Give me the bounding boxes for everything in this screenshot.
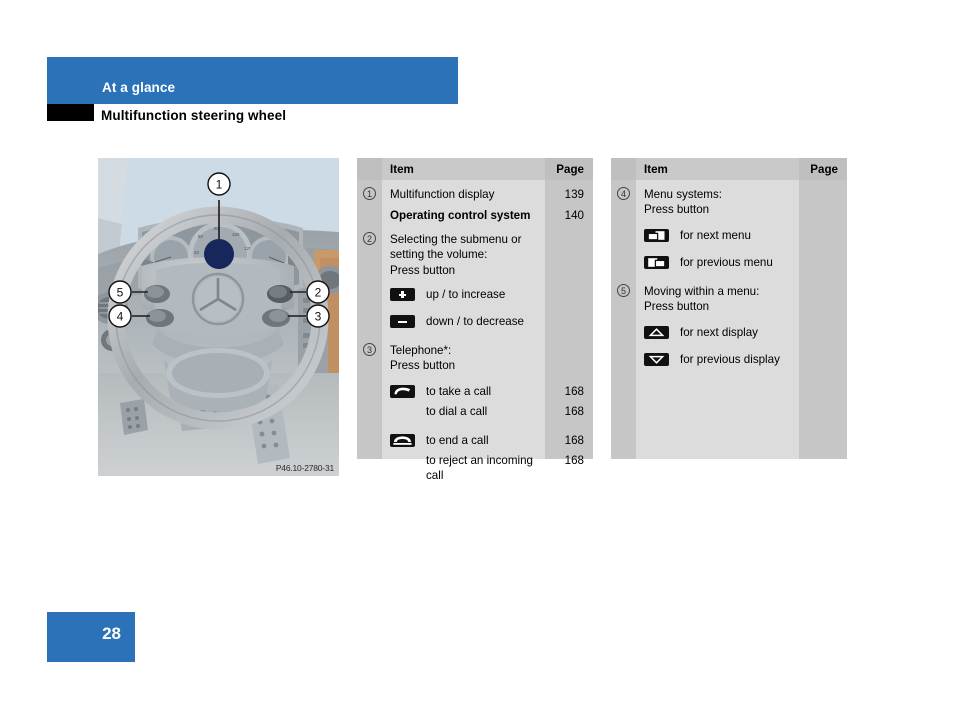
table-row: for previous menu (611, 255, 847, 275)
table-row: 5 Moving within a menu: Press button (611, 275, 847, 315)
row-item-text: up / to increase (426, 288, 506, 302)
table-row: 2 Selecting the submenu or setting the v… (357, 224, 593, 278)
row-marker: 2 (362, 231, 377, 247)
row-marker: 1 (362, 187, 377, 202)
table-row: 3 Telephone*: Press button (357, 334, 593, 374)
row-item-text: to reject an incoming call (426, 453, 533, 483)
table-row: to dial a call 168 (357, 404, 593, 424)
table-right-body: 4 Menu systems: Press button for next me… (611, 180, 847, 459)
arrow-down-icon (644, 352, 669, 366)
svg-text:2: 2 (315, 286, 322, 300)
column-header-item: Item (390, 163, 414, 176)
svg-text:100: 100 (232, 232, 240, 237)
table-row: 4 Menu systems: Press button (611, 180, 847, 218)
table-right-header-page: Page (799, 158, 847, 180)
svg-text:40: 40 (194, 250, 200, 255)
table-left-header-page: Page (545, 158, 593, 180)
chapter-title: At a glance (102, 80, 176, 95)
table-row: to take a call 168 (357, 384, 593, 404)
minus-button-icon (390, 315, 415, 329)
reference-table-left: Item Page 1 Multifunction display 139 Op… (357, 158, 593, 482)
table-left-header-marker (357, 158, 382, 180)
page-number-box: 28 (47, 612, 135, 662)
row-item-text: for next menu (680, 228, 751, 242)
table-left-body: 1 Multifunction display 139 Operating co… (357, 180, 593, 482)
table-left-header-item: Item (382, 158, 545, 180)
svg-text:60: 60 (198, 234, 204, 239)
section-tab-marker (47, 104, 94, 121)
page-number: 28 (102, 624, 121, 643)
table-right-header-marker (611, 158, 636, 180)
svg-text:3: 3 (315, 310, 322, 324)
svg-text:4: 4 (117, 310, 124, 324)
svg-text:5: 5 (117, 286, 124, 300)
row-item-text: Menu systems: Press button (644, 188, 722, 217)
column-header-item: Item (644, 163, 668, 176)
row-marker: 4 (616, 187, 631, 202)
table-row: Operating control system 140 (357, 202, 593, 223)
table-row: for next menu (611, 228, 847, 248)
chapter-header-bar: At a glance (47, 57, 458, 104)
row-item-text: Moving within a menu: Press button (644, 284, 760, 314)
table-row: for previous display (611, 352, 847, 372)
steering-wheel-graphic: 6080 100120 4020 (98, 158, 339, 476)
row-marker: 3 (362, 343, 377, 358)
column-header-page: Page (810, 163, 838, 176)
row-item-text: Selecting the submenu or setting the vol… (390, 232, 522, 277)
page-title: Multifunction steering wheel (101, 108, 287, 123)
row-page-number[interactable]: 140 (545, 208, 593, 223)
phone-offhook-icon (390, 384, 415, 398)
table-row: down / to decrease (357, 314, 593, 334)
phone-onhook-icon (390, 433, 415, 447)
table-row: for next display (611, 325, 847, 345)
arrow-up-icon (644, 325, 669, 339)
row-page-number[interactable]: 168 (545, 384, 593, 399)
table-row: 1 Multifunction display 139 (357, 180, 593, 202)
row-item-text: to end a call (426, 433, 489, 447)
column-header-page: Page (556, 163, 584, 176)
plus-button-icon (390, 288, 415, 302)
figure-caption: P46.10-2780-31 (275, 463, 334, 473)
row-item-text: to dial a call (426, 404, 488, 418)
row-page-number[interactable]: 168 (545, 433, 593, 448)
table-right-header-item: Item (636, 158, 799, 180)
row-item-text: for next display (680, 325, 758, 339)
row-item-text: Telephone*: Press button (390, 344, 456, 373)
row-page-number[interactable]: 139 (545, 187, 593, 202)
row-page-number[interactable]: 168 (545, 453, 593, 468)
previous-menu-icon (644, 255, 669, 269)
steering-wheel-illustration: 6080 100120 4020 (98, 158, 339, 476)
row-item-text: down / to decrease (426, 315, 524, 329)
next-menu-icon (644, 228, 669, 242)
reference-table-right: Item Page 4 Menu systems: Press button f… (611, 158, 847, 459)
row-item-text: to take a call (426, 384, 492, 398)
row-item-text: for previous menu (680, 255, 773, 269)
row-page-number[interactable]: 168 (545, 404, 593, 419)
table-row: to end a call 168 (357, 433, 593, 453)
svg-text:1: 1 (216, 178, 223, 192)
row-item-text: Operating control system (390, 209, 531, 223)
table-row: to reject an incoming call 168 (357, 453, 593, 484)
table-row: up / to increase (357, 287, 593, 307)
row-item-text: Multifunction display (390, 188, 495, 201)
row-marker: 5 (616, 283, 631, 299)
row-item-text: for previous display (680, 352, 780, 366)
